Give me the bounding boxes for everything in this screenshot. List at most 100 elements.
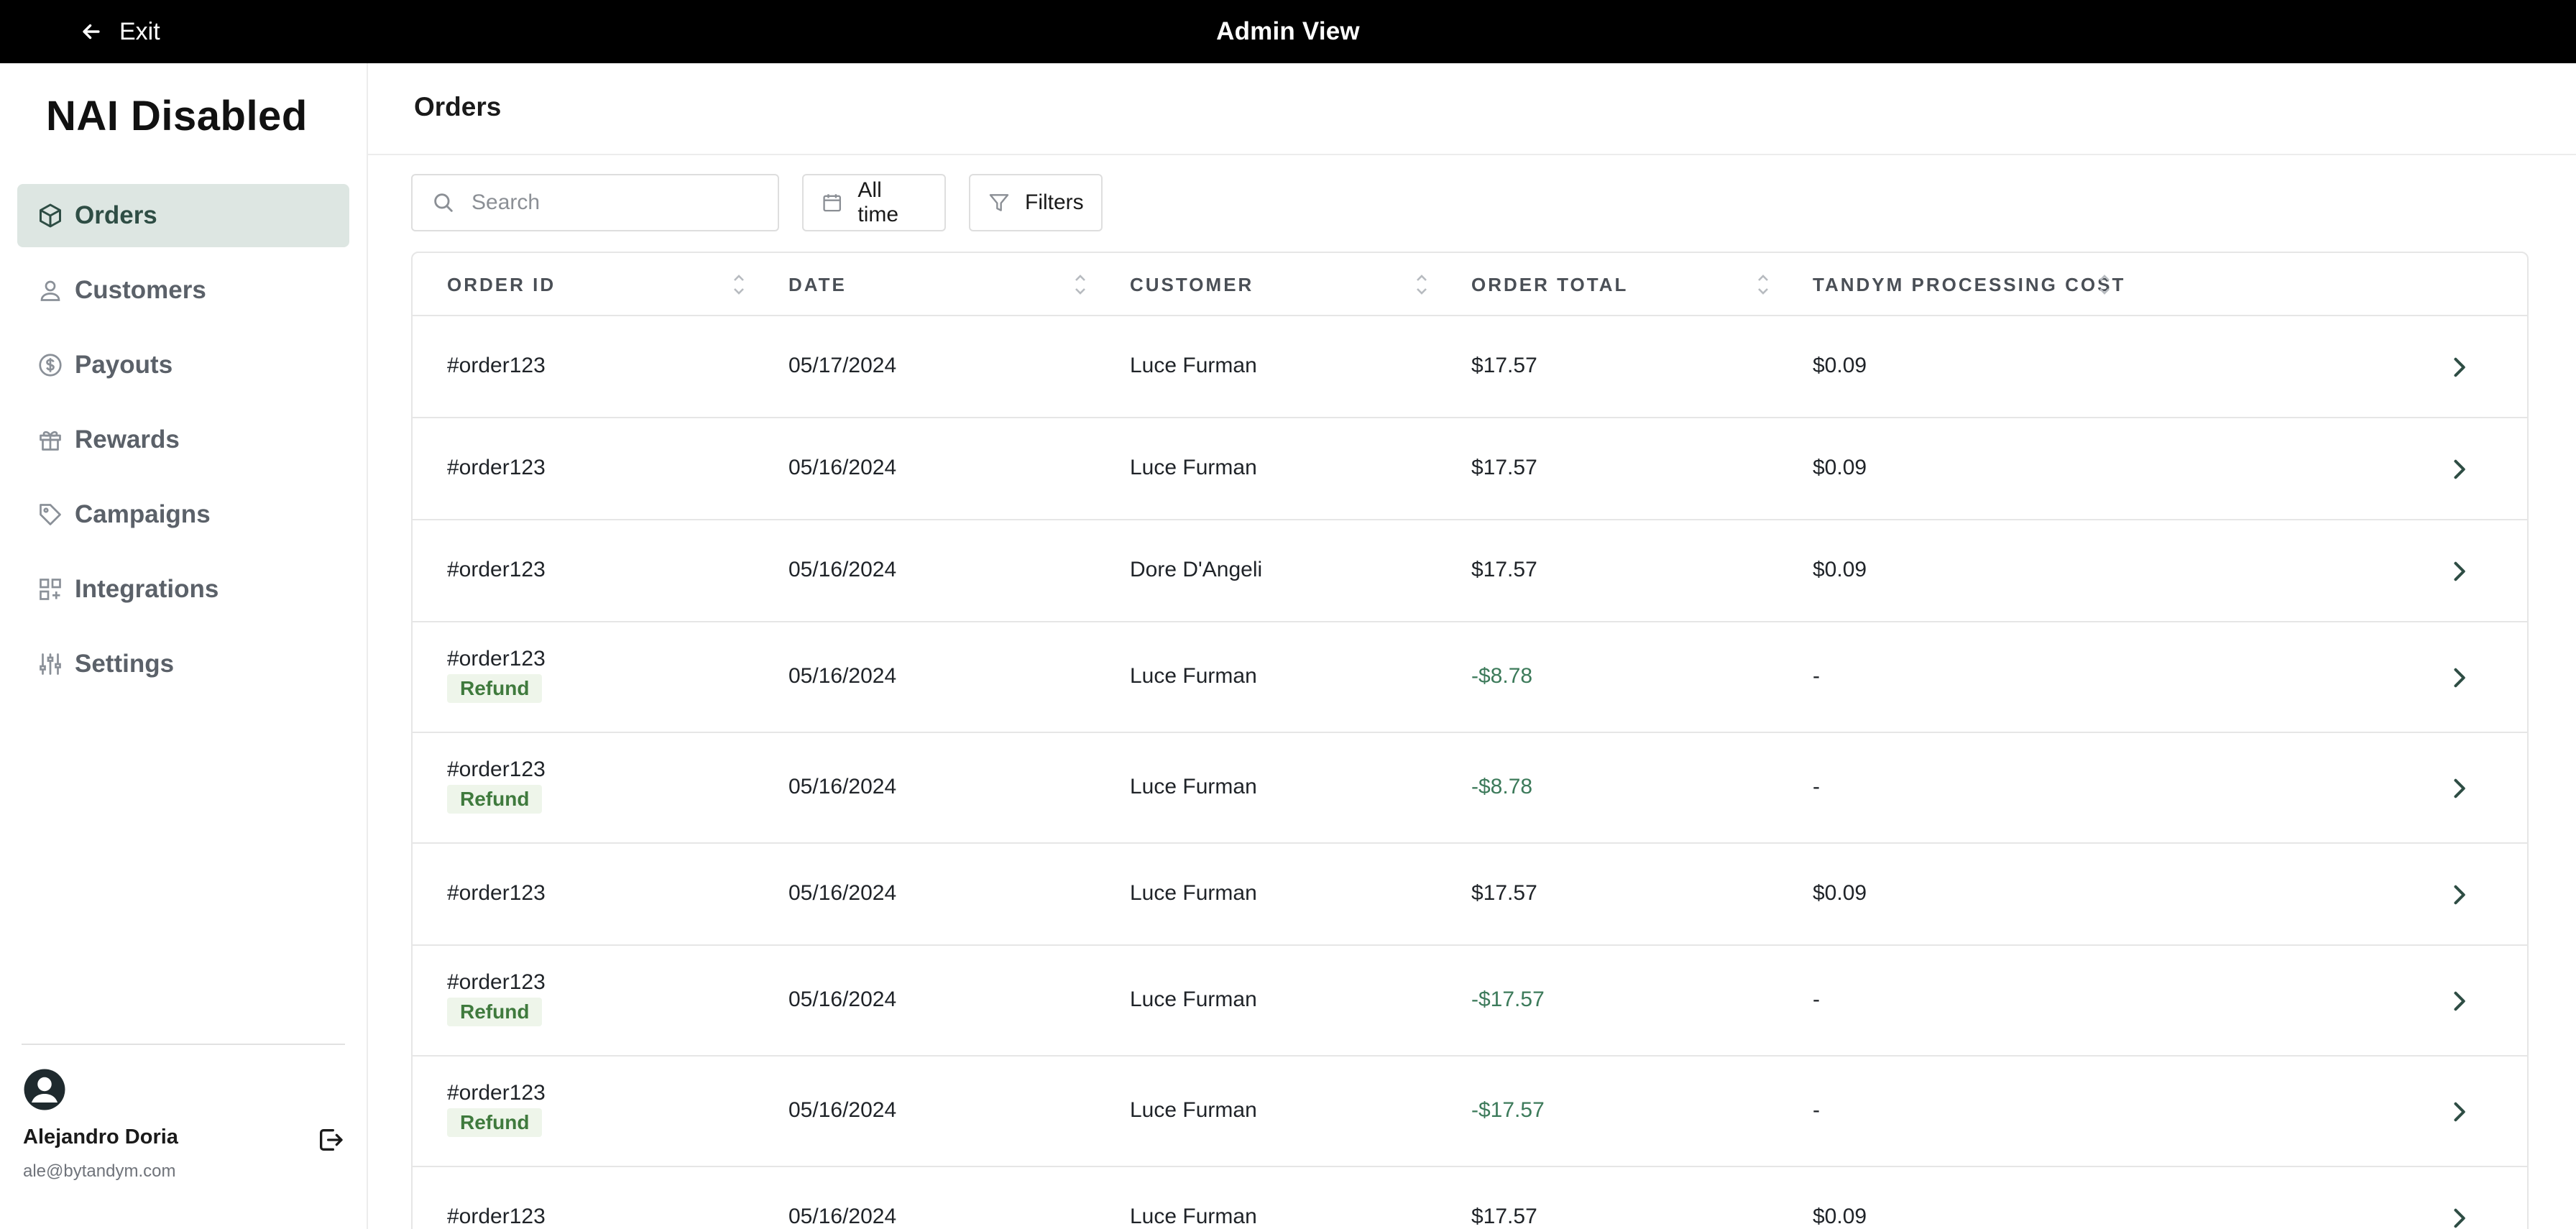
sidebar-item-rewards[interactable]: Rewards (17, 408, 349, 471)
chevron-right-icon[interactable] (2448, 988, 2470, 1014)
logout-icon[interactable] (316, 1126, 345, 1154)
table-row[interactable]: #order123 Refund 05/16/2024 Luce Furman -$8.… (413, 733, 2527, 844)
table-row[interactable]: #order123 Refund 05/16/2024 Luce Furman -$8.… (413, 622, 2527, 733)
sort-icon[interactable] (732, 272, 746, 298)
admin-view-title: Admin View (1216, 17, 1360, 45)
order-id: #order123 (447, 1205, 546, 1228)
order-total: $17.57 (1471, 456, 1537, 479)
search-box[interactable] (411, 174, 779, 231)
top-bar: Exit Admin View (0, 0, 2576, 63)
main-header: Orders (368, 63, 2576, 155)
sidebar-item-payouts[interactable]: Payouts (17, 333, 349, 397)
chevron-right-icon[interactable] (2448, 1205, 2470, 1229)
sidebar-item-orders[interactable]: Orders (17, 184, 349, 247)
table-row[interactable]: #order123 05/17/2024 Luce Furman $17.57 $0.0… (413, 316, 2527, 418)
table-row[interactable]: #order123 05/16/2024 Luce Furman $17.57 $0.0… (413, 418, 2527, 520)
sidebar-item-label: Settings (75, 650, 175, 678)
chevron-right-icon[interactable] (2448, 775, 2470, 801)
order-total: -$17.57 (1471, 1098, 1545, 1122)
table-row[interactable]: #order123 Refund 05/16/2024 Luce Furman -$17… (413, 1057, 2527, 1167)
gift-icon (36, 425, 65, 454)
sort-icon[interactable] (1414, 272, 1429, 298)
orders-table: ORDER ID DATE CUSTOMER ORDER TOTAL TANDYM PR… (411, 252, 2529, 1229)
processing-cost: $0.09 (1813, 1205, 1867, 1228)
order-id: #order123 (447, 558, 546, 581)
sidebar-item-integrations[interactable]: Integrations (17, 558, 349, 621)
search-input[interactable] (472, 190, 759, 215)
filters-label: Filters (1025, 190, 1084, 214)
user-name: Alejandro Doria (23, 1126, 178, 1149)
sidebar-item-label: Payouts (75, 351, 173, 379)
sidebar-item-label: Integrations (75, 575, 219, 603)
order-total: $17.57 (1471, 354, 1537, 377)
order-id: #order123 (447, 758, 546, 781)
chevron-right-icon[interactable] (2448, 354, 2470, 380)
order-id: #order123 (447, 881, 546, 905)
column-header-date[interactable]: DATE (788, 253, 847, 316)
customer: Luce Furman (1130, 456, 1257, 479)
box-icon (36, 201, 65, 230)
sort-icon[interactable] (1756, 272, 1770, 298)
table-row[interactable]: #order123 Refund 05/16/2024 Luce Furman -$17… (413, 946, 2527, 1057)
column-header-order-id[interactable]: ORDER ID (447, 253, 556, 316)
filters-button[interactable]: Filters (969, 174, 1103, 231)
order-total: $17.57 (1471, 1205, 1537, 1228)
chevron-right-icon[interactable] (2448, 1099, 2470, 1125)
order-id: #order123 (447, 1081, 546, 1105)
processing-cost: $0.09 (1813, 881, 1867, 905)
column-header-customer[interactable]: CUSTOMER (1130, 253, 1254, 316)
processing-cost: - (1813, 775, 1820, 798)
date-range-label: All time (857, 178, 899, 226)
date-range-button[interactable]: All time (802, 174, 946, 231)
filter-icon (989, 194, 1009, 211)
chevron-right-icon[interactable] (2448, 665, 2470, 691)
customer: Luce Furman (1130, 775, 1257, 798)
table-row[interactable]: #order123 05/16/2024 Luce Furman $17.57 $0.0… (413, 844, 2527, 946)
order-total: -$8.78 (1471, 664, 1533, 688)
date: 05/16/2024 (788, 1098, 897, 1122)
processing-cost: $0.09 (1813, 456, 1867, 479)
users-icon (36, 276, 65, 305)
date: 05/16/2024 (788, 558, 897, 581)
table-row[interactable]: #order123 05/16/2024 Luce Furman $17.57 $0.0… (413, 1167, 2527, 1229)
refund-badge: Refund (447, 1108, 543, 1137)
customer: Luce Furman (1130, 354, 1257, 377)
date: 05/16/2024 (788, 1205, 897, 1228)
avatar[interactable] (23, 1068, 66, 1111)
customer: Luce Furman (1130, 664, 1257, 688)
chevron-right-icon[interactable] (2448, 882, 2470, 908)
column-header-order-total[interactable]: ORDER TOTAL (1471, 253, 1628, 316)
customer: Luce Furman (1130, 1098, 1257, 1122)
order-id: #order123 (447, 354, 546, 377)
customer: Luce Furman (1130, 1205, 1257, 1228)
refund-badge: Refund (447, 674, 543, 703)
chevron-right-icon[interactable] (2448, 558, 2470, 584)
date: 05/16/2024 (788, 775, 897, 798)
order-id: #order123 (447, 647, 546, 671)
user-email: ale@bytandym.com (23, 1161, 176, 1181)
processing-cost: - (1813, 988, 1820, 1011)
column-header-processing-cost[interactable]: TANDYM PROCESSING COST (1813, 253, 2125, 316)
sidebar-item-label: Rewards (75, 425, 180, 454)
sliders-icon (36, 650, 65, 678)
dollar-circle-icon (36, 351, 65, 379)
customer: Dore D'Angeli (1130, 558, 1263, 581)
tag-icon (36, 500, 65, 529)
table-row[interactable]: #order123 05/16/2024 Dore D'Angeli $17.57 $0… (413, 520, 2527, 622)
sort-icon[interactable] (2097, 272, 2112, 298)
chevron-right-icon[interactable] (2448, 456, 2470, 482)
sidebar-item-settings[interactable]: Settings (17, 632, 349, 696)
table-header: ORDER ID DATE CUSTOMER ORDER TOTAL TANDYM PR… (413, 253, 2527, 316)
sidebar-item-label: Orders (75, 201, 157, 229)
order-total: $17.57 (1471, 881, 1537, 905)
sidebar-divider (22, 1044, 345, 1045)
sidebar: NAI Disabled Orders Customers Payouts Re… (0, 63, 368, 1229)
search-icon (434, 193, 453, 212)
customer: Luce Furman (1130, 881, 1257, 905)
processing-cost: - (1813, 664, 1820, 688)
processing-cost: - (1813, 1098, 1820, 1122)
sidebar-item-campaigns[interactable]: Campaigns (17, 483, 349, 546)
page-title: Orders (414, 92, 502, 121)
sort-icon[interactable] (1073, 272, 1087, 298)
sidebar-item-customers[interactable]: Customers (17, 259, 349, 322)
